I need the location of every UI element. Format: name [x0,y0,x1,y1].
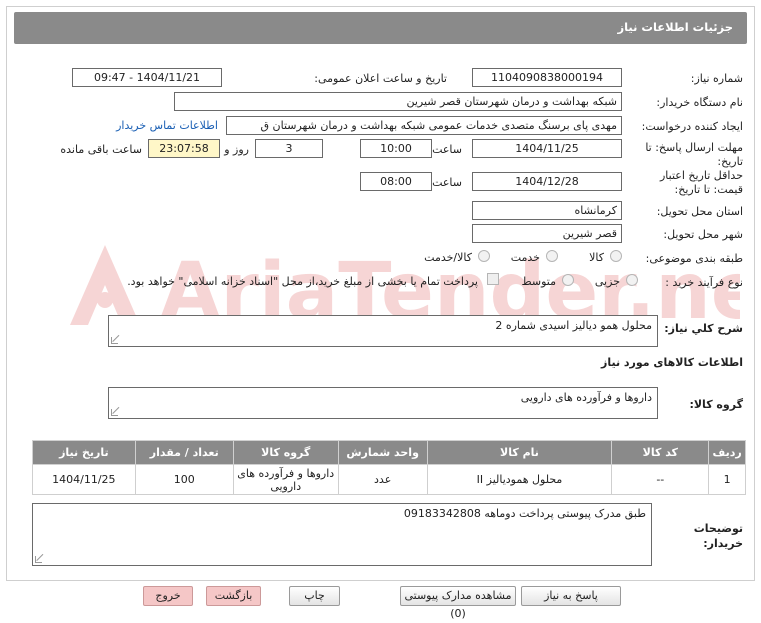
cell-goods-group: داروها و فرآورده های دارویی [232,464,339,495]
city-field[interactable]: قصر شیرین [472,224,622,243]
description-textarea[interactable]: محلول همو دیالیز اسیدی شماره 2 [108,315,658,347]
process-medium-radio[interactable] [562,274,574,286]
category-service-radio[interactable] [546,250,558,262]
announce-field[interactable]: 1404/11/21 - 09:47 [72,68,222,87]
exit-button[interactable]: خروج [143,586,193,606]
category-service-label: خدمت [510,251,540,264]
buyer-notes-textarea[interactable]: طبق مدرک پیوستی پرداخت دوماهه 0918334280… [32,503,652,566]
resize-grip-icon[interactable] [111,409,118,416]
view-attachments-button[interactable]: مشاهده مدارک پیوستی (0) [400,586,516,620]
deadline-time-field[interactable]: 10:00 [360,139,432,158]
province-field[interactable]: کرمانشاه [472,201,622,220]
col-quantity: تعداد / مقدار [134,440,234,465]
cell-row-number: 1 [708,464,746,495]
validity-time-field[interactable]: 08:00 [360,172,432,191]
col-unit: واحد شمارش [337,440,428,465]
category-both-radio[interactable] [478,250,490,262]
col-row-number: ردیف [708,440,746,465]
col-goods-group: گروه کالا [232,440,339,465]
days-field[interactable]: 3 [255,139,323,158]
col-goods-name: نام کالا [426,440,613,465]
creator-field[interactable]: مهدی پای برسنگ متصدی خدمات عمومی شبکه به… [226,116,622,135]
table-header-row: ردیف کد کالا نام کالا واحد شمارش گروه کا… [32,440,746,465]
category-goods-label: کالا [589,251,604,264]
back-button[interactable]: بازگشت [206,586,261,606]
days-label: روز و [224,143,249,156]
cell-quantity: 100 [134,464,234,495]
buyer-org-field[interactable]: شبکه بهداشت و درمان شهرستان قصر شیرین [174,92,622,111]
city-label: شهر محل تحویل: [663,228,743,241]
validity-time-label: ساعت [432,176,462,189]
goods-table: ردیف کد کالا نام کالا واحد شمارش گروه کا… [32,440,746,495]
col-need-date: تاریخ نیاز [32,440,136,465]
goods-group-text: داروها و فرآورده های دارویی [520,391,652,404]
province-label: استان محل تحویل: [656,205,743,218]
validity-date-field[interactable]: 1404/12/28 [472,172,622,191]
category-both-label: کالا/خدمت [424,251,472,264]
goods-group-label: گروه کالا: [689,398,743,411]
category-label: طبقه بندی موضوعی: [645,252,743,265]
process-minor-label: جزیی [594,275,620,288]
deadline-time-label: ساعت [432,143,462,156]
category-goods-radio[interactable] [610,250,622,262]
process-medium-label: متوسط [521,275,556,288]
description-label: شرح کلي نياز: [664,322,743,335]
cell-goods-code: -- [611,464,710,495]
cell-goods-name: محلول همودیالیز II [426,464,613,495]
resize-grip-icon[interactable] [111,337,118,344]
deadline-label-1: مهلت ارسال پاسخ: تا [645,141,743,154]
buyer-notes-label-1: توضیحات [693,522,743,535]
buyer-org-label: نام دستگاه خریدار: [656,96,743,109]
goods-group-textarea[interactable]: داروها و فرآورده های دارویی [108,387,658,419]
cell-need-date: 1404/11/25 [32,464,136,495]
need-number-field[interactable]: 1104090838000194 [472,68,622,87]
reply-button[interactable]: پاسخ به نیاز [521,586,621,606]
col-goods-code: کد کالا [611,440,710,465]
table-row[interactable]: 1 -- محلول همودیالیز II عدد داروها و فرآ… [32,464,746,495]
creator-label: ایجاد کننده درخواست: [641,120,743,133]
treasury-payment-note: پرداخت تمام یا بخشی از مبلغ خرید،از محل … [127,275,478,288]
treasury-payment-checkbox[interactable] [487,273,499,285]
description-text: محلول همو دیالیز اسیدی شماره 2 [495,319,652,332]
process-minor-radio[interactable] [626,274,638,286]
deadline-label-2: تاریخ: [717,155,743,168]
goods-info-title: اطلاعات کالاهای مورد نیاز [601,356,743,369]
cell-unit: عدد [337,464,428,495]
deadline-date-field[interactable]: 1404/11/25 [472,139,622,158]
process-label: نوع فرآیند خرید : [665,276,743,289]
need-number-label: شماره نیاز: [690,72,743,85]
validity-label-1: حداقل تاریخ اعتبار [659,169,743,182]
announce-label: تاریخ و ساعت اعلان عمومی: [314,72,447,85]
validity-label-2: قیمت: تا تاریخ: [674,183,743,196]
remaining-time-field: 23:07:58 [148,139,220,158]
print-button[interactable]: چاپ [289,586,340,606]
contact-buyer-link[interactable]: اطلاعات تماس خریدار [116,119,218,132]
remaining-label: ساعت باقی مانده [60,143,142,156]
page-title: جزئیات اطلاعات نیاز [617,20,733,34]
page-header: جزئیات اطلاعات نیاز [14,12,747,44]
resize-grip-icon[interactable] [35,556,42,563]
buyer-notes-label-2: خریدار: [703,537,743,550]
buyer-notes-text: طبق مدرک پیوستی پرداخت دوماهه 0918334280… [403,507,646,520]
